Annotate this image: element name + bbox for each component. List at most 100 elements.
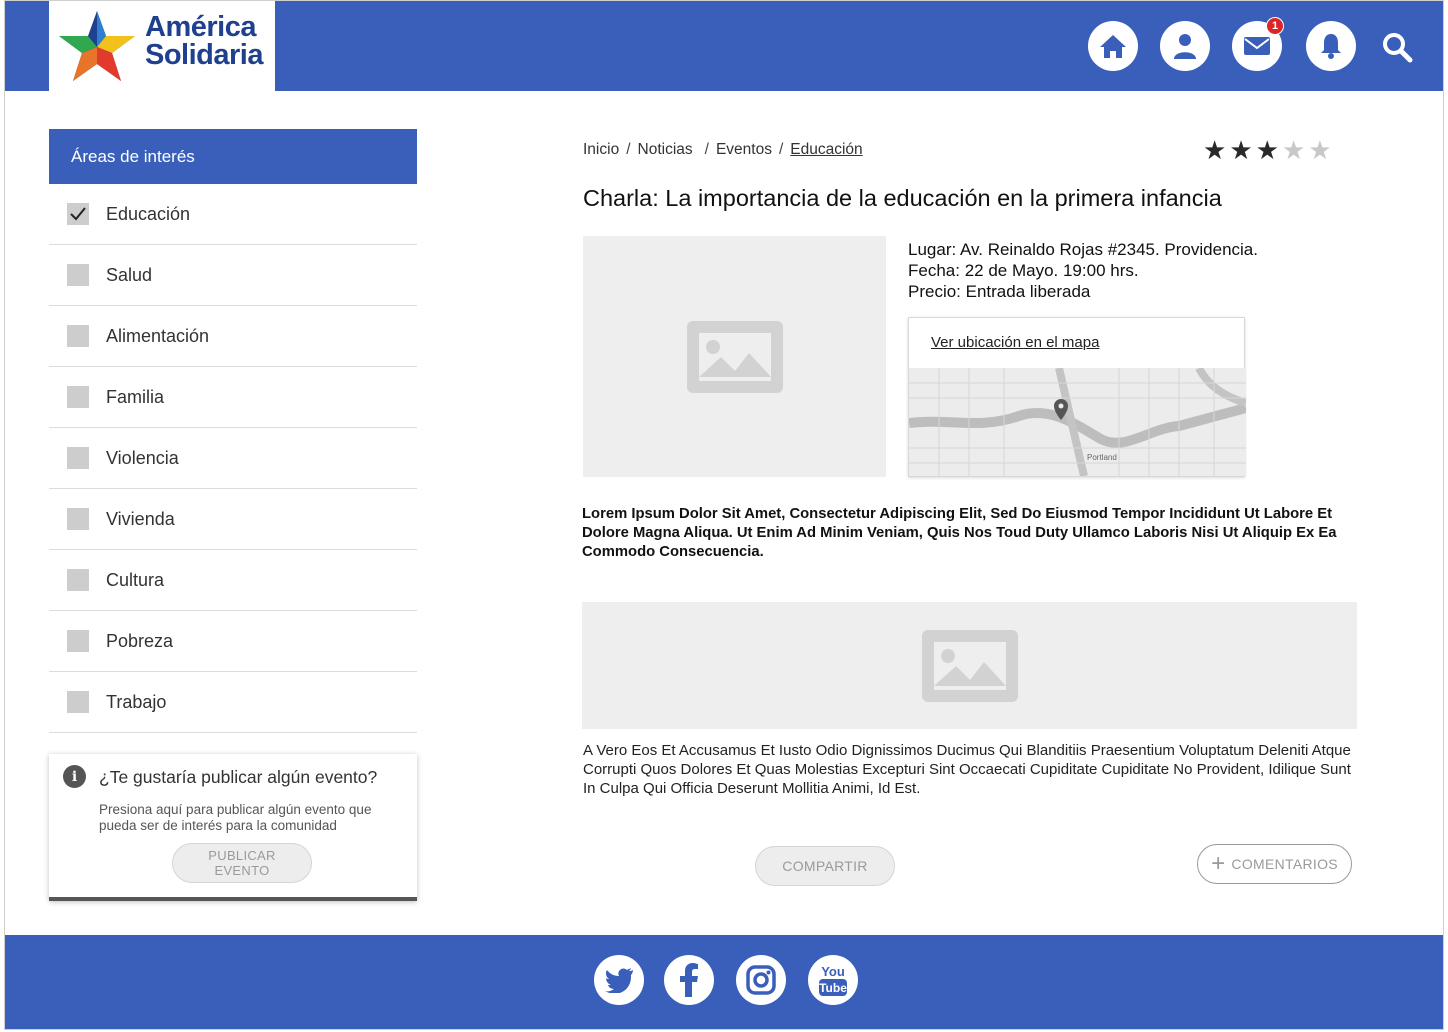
sidebar-item-label: Violencia [106,447,179,468]
check-icon [70,207,86,221]
notifications-button[interactable] [1306,21,1356,71]
sidebar-item-label: Educación [106,203,191,224]
publish-description: Presiona aquí para publicar algún evento… [99,802,372,833]
share-button[interactable]: COMPARTIR [755,846,895,886]
checkbox[interactable] [67,447,89,469]
facebook-icon [680,963,698,997]
plus-icon: + [1211,850,1226,877]
sidebar-item-6[interactable]: Cultura [49,550,417,611]
home-icon [1100,35,1126,58]
breadcrumb-separator: / [778,141,784,158]
profile-button[interactable] [1160,21,1210,71]
publish-button-line2: EVENTO [214,863,270,878]
sidebar-item-label: Alimentación [106,325,210,346]
instagram-link[interactable] [736,955,786,1005]
messages-button[interactable]: 1 [1232,17,1284,71]
top-header: América Solidaria 1 [5,1,1443,91]
article-title: Charla: La importancia de la educación e… [583,185,1222,211]
view-map-link[interactable]: Ver ubicación en el mapa [931,334,1099,351]
event-image-placeholder [583,236,886,477]
youtube-you-text: You [821,964,845,979]
star-icon[interactable]: ★ [1229,135,1255,166]
twitter-icon [605,968,633,993]
publish-event-card: i ¿Te gustaría publicar algún evento? Pr… [49,754,417,901]
checkbox[interactable] [67,630,89,652]
breadcrumb-separator: / [626,141,631,158]
search-button[interactable] [1377,27,1417,67]
comments-label: COMENTARIOS [1231,856,1338,872]
sidebar-item-label: Familia [106,386,165,407]
star-icon[interactable]: ★ [1308,135,1334,166]
checkbox[interactable] [67,325,89,347]
brand-name: América Solidaria [145,11,264,71]
event-details: Lugar: Av. Reinaldo Rojas #2345. Provide… [908,239,1258,302]
image-placeholder-icon [921,629,1018,702]
mail-badge: 1 [1266,17,1284,35]
checkbox[interactable] [67,203,89,225]
page-frame: América Solidaria 1 Áreas de interés Edu… [4,0,1444,1030]
article-paragraph-2: A Vero Eos Et Accusamus Et Iusto Odio Di… [583,742,1351,797]
map-image: Portland [909,368,1246,476]
checkbox[interactable] [67,569,89,591]
article-image-placeholder [582,602,1357,729]
checkbox[interactable] [67,508,89,530]
comments-button[interactable]: + COMENTARIOS [1197,844,1352,884]
logo-star-icon [59,11,135,81]
instagram-icon [746,965,776,995]
twitter-link[interactable] [594,955,644,1005]
checkbox[interactable] [67,691,89,713]
publish-event-button[interactable]: PUBLICAR EVENTO [172,843,312,883]
checkbox[interactable] [67,386,89,408]
sidebar-item-0[interactable]: Educación [49,184,417,245]
breadcrumb: Inicio / Noticias / Eventos / Educación [583,141,863,159]
youtube-link[interactable]: You Tube [808,955,858,1005]
brand-line2: Solidaria [145,39,264,71]
checkbox[interactable] [67,264,89,286]
sidebar-item-label: Salud [106,264,153,285]
sidebar-heading: Áreas de interés [49,129,417,184]
interest-sidebar: Áreas de interés Educación Salud Alimentac… [49,129,417,733]
breadcrumb-noticias[interactable]: Noticias [638,141,693,159]
star-icon[interactable]: ★ [1203,135,1229,166]
sidebar-item-label: Cultura [106,569,165,590]
sidebar-item-label: Trabajo [106,691,167,712]
sidebar-item-7[interactable]: Pobreza [49,611,417,672]
youtube-icon: You Tube [819,964,847,996]
bell-icon [1321,34,1341,59]
home-button[interactable] [1088,21,1138,71]
sidebar-item-label: Pobreza [106,630,174,651]
sidebar-item-2[interactable]: Alimentación [49,306,417,367]
publish-title: ¿Te gustaría publicar algún evento? [99,767,378,787]
brand-logo[interactable]: América Solidaria [49,1,275,91]
sidebar-item-5[interactable]: Vivienda [49,489,417,550]
rating-stars[interactable]: ★★★★★ [1203,135,1335,166]
youtube-tube-text: Tube [819,981,847,995]
sidebar-item-1[interactable]: Salud [49,245,417,306]
user-icon [1174,34,1196,59]
map-city-label: Portland [1087,453,1117,462]
sidebar-item-4[interactable]: Violencia [49,428,417,489]
breadcrumb-eventos[interactable]: Eventos [716,141,772,159]
article-paragraph-1: Lorem Ipsum Dolor Sit Amet, Consectetur … [582,506,1337,560]
map-preview[interactable]: Portland [909,368,1246,476]
event-location: Lugar: Av. Reinaldo Rojas #2345. Provide… [908,240,1258,259]
breadcrumb-educacion[interactable]: Educación [790,141,862,159]
info-icon: i [63,765,86,788]
star-icon[interactable]: ★ [1256,135,1282,166]
breadcrumb-separator: / [704,141,709,158]
interest-list: Educación Salud Alimentación Familia Violenc… [49,184,417,733]
brand-line1: América [145,11,256,43]
breadcrumb-inicio[interactable]: Inicio [583,141,619,159]
event-date: Fecha: 22 de Mayo. 19:00 hrs. [908,261,1139,280]
image-placeholder-icon [686,320,783,393]
star-icon[interactable]: ★ [1282,135,1308,166]
event-price: Precio: Entrada liberada [908,282,1091,301]
publish-button-line1: PUBLICAR [208,848,276,863]
search-icon [1383,33,1413,63]
sidebar-item-3[interactable]: Familia [49,367,417,428]
mail-icon [1244,37,1270,55]
sidebar-item-8[interactable]: Trabajo [49,672,417,733]
facebook-link[interactable] [664,955,714,1005]
footer: You Tube [5,935,1443,1029]
sidebar-item-label: Vivienda [106,508,175,529]
